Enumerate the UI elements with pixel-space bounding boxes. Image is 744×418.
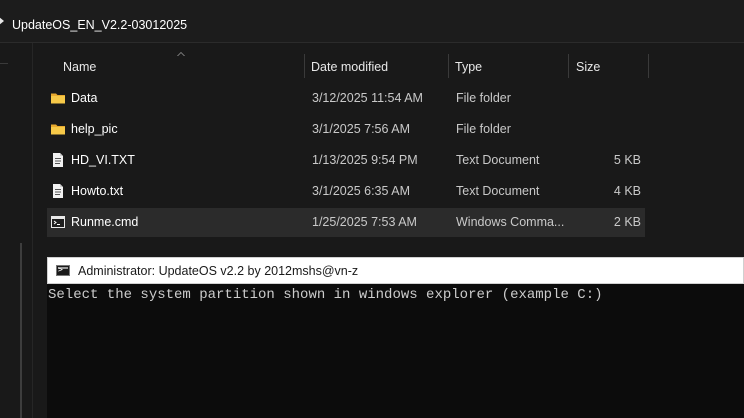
breadcrumb-current-folder[interactable]: UpdateOS_EN_V2.2-03012025 bbox=[12, 18, 187, 32]
command-prompt-window[interactable]: Administrator: UpdateOS v2.2 by 2012mshs… bbox=[47, 257, 744, 418]
file-date-modified: 3/1/2025 6:35 AM bbox=[312, 184, 410, 198]
column-header-type[interactable]: Type bbox=[455, 52, 482, 82]
column-separator[interactable] bbox=[648, 54, 649, 78]
file-date-modified: 3/12/2025 11:54 AM bbox=[312, 91, 423, 105]
file-row-data[interactable]: Data 3/12/2025 11:54 AM File folder bbox=[47, 84, 645, 113]
column-separator[interactable] bbox=[448, 54, 449, 78]
file-row-howto-txt[interactable]: Howto.txt 3/1/2025 6:35 AM Text Document… bbox=[47, 177, 645, 206]
file-size: 5 KB bbox=[613, 153, 641, 167]
chevron-right-icon[interactable] bbox=[0, 17, 4, 25]
file-size: 4 KB bbox=[613, 184, 641, 198]
file-row-help-pic[interactable]: help_pic 3/1/2025 7:56 AM File folder bbox=[47, 115, 645, 144]
text-file-icon bbox=[53, 153, 63, 167]
column-header-size[interactable]: Size bbox=[576, 52, 600, 82]
column-header-name[interactable]: Name bbox=[63, 52, 96, 82]
column-separator[interactable] bbox=[568, 54, 569, 78]
file-row-hd-vi-txt[interactable]: HD_VI.TXT 1/13/2025 9:54 PM Text Documen… bbox=[47, 146, 645, 175]
navigation-pane bbox=[0, 43, 33, 418]
folder-icon bbox=[51, 93, 65, 104]
column-header-date-modified[interactable]: Date modified bbox=[311, 52, 388, 82]
file-size: 2 KB bbox=[613, 215, 641, 229]
text-file-icon bbox=[53, 184, 63, 198]
file-date-modified: 1/13/2025 9:54 PM bbox=[312, 153, 418, 167]
file-type: File folder bbox=[456, 91, 511, 105]
file-type: Windows Comma... bbox=[456, 215, 565, 229]
cmd-file-icon bbox=[51, 216, 65, 228]
file-type: Text Document bbox=[456, 184, 540, 198]
file-name: help_pic bbox=[71, 122, 118, 136]
nav-divider bbox=[0, 63, 8, 64]
file-name: HD_VI.TXT bbox=[71, 153, 135, 167]
console-output[interactable]: Select the system partition shown in win… bbox=[48, 287, 603, 303]
file-row-runme-cmd[interactable]: Runme.cmd 1/25/2025 7:53 AM Windows Comm… bbox=[47, 208, 645, 237]
address-bar[interactable]: UpdateOS_EN_V2.2-03012025 bbox=[0, 0, 744, 43]
command-prompt-icon bbox=[56, 265, 70, 276]
column-separator[interactable] bbox=[304, 54, 305, 78]
navigation-scrollbar[interactable] bbox=[20, 243, 22, 418]
sort-ascending-icon bbox=[177, 52, 185, 56]
folder-icon bbox=[51, 124, 65, 135]
file-type: File folder bbox=[456, 122, 511, 136]
console-title: Administrator: UpdateOS v2.2 by 2012mshs… bbox=[78, 264, 359, 278]
file-date-modified: 1/25/2025 7:53 AM bbox=[312, 215, 417, 229]
file-date-modified: 3/1/2025 7:56 AM bbox=[312, 122, 410, 136]
file-name: Howto.txt bbox=[71, 184, 124, 198]
console-title-bar[interactable]: Administrator: UpdateOS v2.2 by 2012mshs… bbox=[47, 257, 744, 284]
file-type: Text Document bbox=[456, 153, 540, 167]
file-name: Runme.cmd bbox=[71, 215, 139, 229]
file-name: Data bbox=[71, 91, 98, 105]
